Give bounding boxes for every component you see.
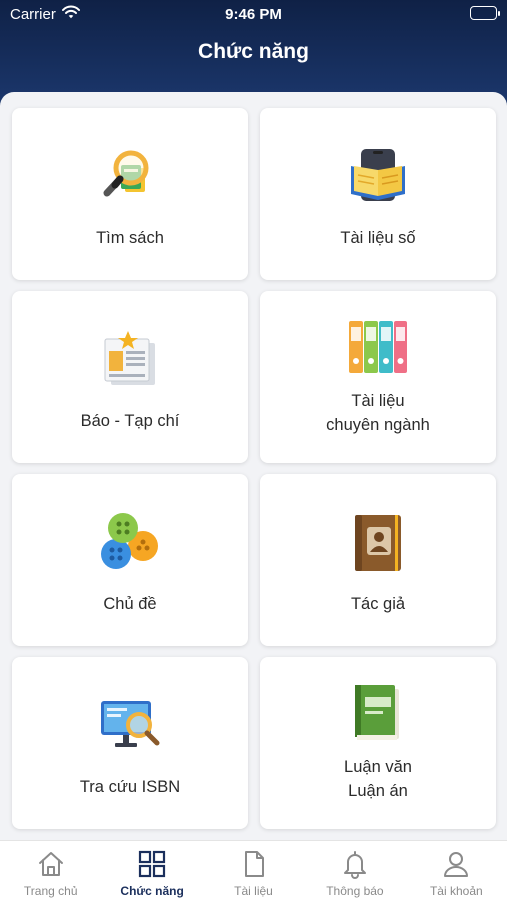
card-newspaper[interactable]: Báo - Tạp chí (12, 291, 248, 463)
card-topics-label: Chủ đề (103, 595, 157, 613)
card-isbn-lookup[interactable]: Tra cứu ISBN (12, 657, 248, 829)
label-line-1: Tài liệu (351, 392, 405, 410)
grid-icon (137, 849, 167, 879)
user-icon (441, 849, 471, 879)
tab-home[interactable]: Trang chủ (0, 841, 101, 900)
author-book-icon (347, 512, 409, 574)
card-authors[interactable]: Tác giả (260, 474, 496, 646)
tab-notifications-label: Thông báo (326, 884, 384, 898)
tab-documents-label: Tài liệu (234, 884, 273, 898)
label-line-2: Luận án (348, 782, 408, 800)
card-thesis-label: Luận văn Luận án (344, 755, 412, 803)
bell-icon (340, 849, 370, 879)
label-line-2: chuyên ngành (326, 416, 430, 434)
status-bar: Carrier 9:46 PM (0, 0, 507, 28)
card-find-book[interactable]: Tìm sách (12, 108, 248, 280)
tab-functions-label: Chức năng (120, 884, 184, 898)
card-specialized-docs[interactable]: Tài liệu chuyên ngành (260, 291, 496, 463)
tab-account-label: Tài khoản (429, 884, 483, 898)
card-specialized-docs-label: Tài liệu chuyên ngành (326, 389, 430, 437)
card-find-book-label: Tìm sách (96, 229, 164, 247)
document-icon (239, 849, 269, 879)
tab-documents[interactable]: Tài liệu (203, 841, 304, 900)
card-digital-docs[interactable]: Tài liệu số (260, 108, 496, 280)
label-line-1: Luận văn (344, 758, 412, 776)
tab-bar: Trang chủ Chức năng Tài liệu Thông báo T… (0, 840, 507, 900)
card-authors-label: Tác giả (350, 595, 406, 613)
card-thesis[interactable]: Luận văn Luận án (260, 657, 496, 829)
buttons-topic-icon (99, 512, 161, 574)
card-newspaper-label: Báo - Tạp chí (80, 412, 180, 430)
isbn-lookup-icon (99, 695, 161, 757)
page-title: Chức năng (198, 40, 309, 63)
tab-home-label: Trang chủ (23, 884, 78, 898)
tab-functions[interactable]: Chức năng (101, 841, 202, 900)
home-icon (36, 849, 66, 879)
thesis-book-icon (347, 683, 409, 745)
function-grid: Tìm sách Tài liệu số Báo - Tạp chí Tài l… (12, 108, 496, 829)
tab-account[interactable]: Tài khoản (406, 841, 507, 900)
newspaper-icon (99, 329, 161, 391)
content-area: Tìm sách Tài liệu số Báo - Tạp chí Tài l… (0, 92, 507, 840)
search-book-icon (99, 146, 161, 208)
binders-icon (347, 317, 409, 379)
battery-icon (470, 6, 500, 20)
card-isbn-lookup-label: Tra cứu ISBN (79, 778, 181, 796)
card-digital-docs-label: Tài liệu số (340, 229, 416, 247)
card-topics[interactable]: Chủ đề (12, 474, 248, 646)
digital-document-icon (347, 146, 409, 208)
status-time: 9:46 PM (225, 6, 282, 23)
tab-notifications[interactable]: Thông báo (304, 841, 405, 900)
